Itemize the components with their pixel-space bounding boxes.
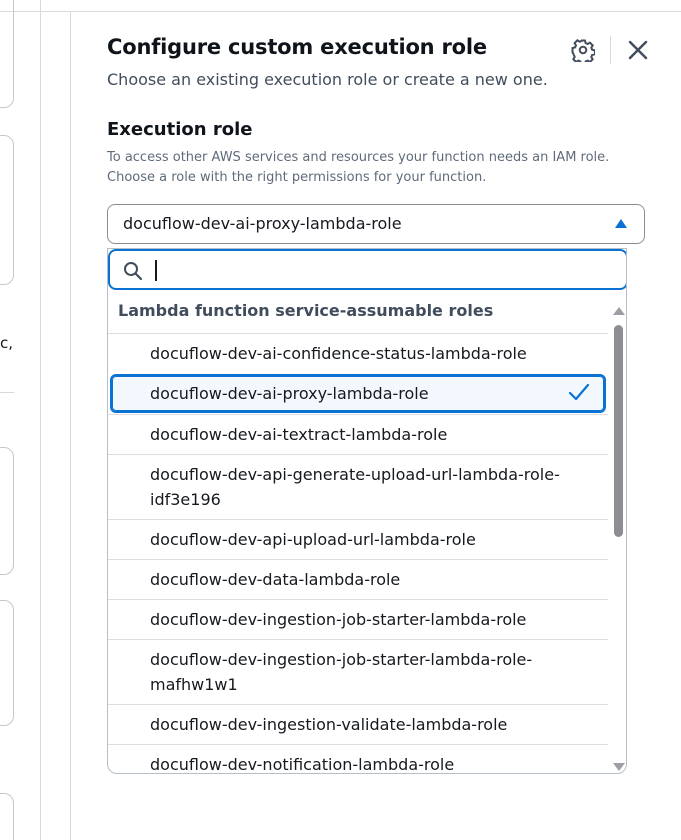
role-option-label: docuflow-dev-ingestion-validate-lambda-r… xyxy=(150,715,508,734)
scrollbar-thumb[interactable] xyxy=(614,325,623,537)
background-divider xyxy=(0,392,14,393)
background-text-fragment: c, xyxy=(0,334,14,352)
panel-subtitle: Choose an existing execution role or cre… xyxy=(107,70,548,89)
option-group-label: Lambda function service-assumable roles xyxy=(118,301,494,320)
execution-role-select[interactable]: docuflow-dev-ai-proxy-lambda-role xyxy=(107,204,645,244)
background-card xyxy=(0,447,14,575)
gear-icon[interactable] xyxy=(571,38,596,66)
scroll-up-arrow-icon[interactable] xyxy=(613,307,625,315)
role-option-label: docuflow-dev-notification-lambda-role xyxy=(150,755,455,774)
role-option-label: docuflow-dev-ai-confidence-status-lambda… xyxy=(150,344,527,363)
background-card xyxy=(0,135,14,285)
background-divider xyxy=(40,0,41,840)
role-option-label: docuflow-dev-ingestion-job-starter-lambd… xyxy=(150,610,527,629)
role-option[interactable]: docuflow-dev-ingestion-validate-lambda-r… xyxy=(108,704,608,744)
role-option[interactable]: docuflow-dev-ingestion-job-starter-lambd… xyxy=(108,639,608,704)
role-option-label: docuflow-dev-ingestion-job-starter-lambd… xyxy=(150,650,533,694)
background-card xyxy=(0,600,14,726)
role-option[interactable]: docuflow-dev-ingestion-job-starter-lambd… xyxy=(108,599,608,639)
scroll-down-arrow-icon[interactable] xyxy=(613,763,625,771)
role-option-label: docuflow-dev-ai-textract-lambda-role xyxy=(150,425,448,444)
search-icon xyxy=(124,262,143,281)
select-value: docuflow-dev-ai-proxy-lambda-role xyxy=(123,214,402,233)
text-cursor xyxy=(155,260,157,281)
role-option-selected[interactable]: docuflow-dev-ai-proxy-lambda-role xyxy=(110,374,606,413)
background-card xyxy=(0,793,14,840)
role-option[interactable]: docuflow-dev-api-generate-upload-url-lam… xyxy=(108,454,608,519)
role-option[interactable]: docuflow-dev-notification-lambda-role xyxy=(108,744,608,774)
panel-title: Configure custom execution role xyxy=(107,35,487,59)
execution-role-label: Execution role xyxy=(107,119,253,140)
background-card xyxy=(0,0,14,108)
dropdown-scrollbar[interactable] xyxy=(610,307,626,771)
caret-up-icon xyxy=(615,219,627,228)
role-option[interactable]: docuflow-dev-ai-confidence-status-lambda… xyxy=(108,333,608,373)
role-option-label: docuflow-dev-api-upload-url-lambda-role xyxy=(150,530,476,549)
role-option[interactable]: docuflow-dev-ai-textract-lambda-role xyxy=(108,414,608,454)
search-box[interactable] xyxy=(108,249,626,290)
role-option[interactable]: docuflow-dev-data-lambda-role xyxy=(108,559,608,599)
checkmark-icon xyxy=(568,383,590,401)
header-separator xyxy=(610,36,611,64)
search-input[interactable] xyxy=(154,258,594,282)
execution-role-description: To access other AWS services and resourc… xyxy=(107,150,610,185)
role-option-label: docuflow-dev-data-lambda-role xyxy=(150,570,401,589)
configure-role-panel: Configure custom execution role Choose a… xyxy=(70,12,674,840)
role-dropdown: Lambda function service-assumable roles … xyxy=(107,248,627,774)
close-icon[interactable] xyxy=(626,38,650,62)
role-option-label: docuflow-dev-api-generate-upload-url-lam… xyxy=(150,465,560,509)
role-option-label: docuflow-dev-ai-proxy-lambda-role xyxy=(150,384,429,403)
role-option[interactable]: docuflow-dev-api-upload-url-lambda-role xyxy=(108,519,608,559)
role-option-list: docuflow-dev-ai-confidence-status-lambda… xyxy=(108,333,608,774)
